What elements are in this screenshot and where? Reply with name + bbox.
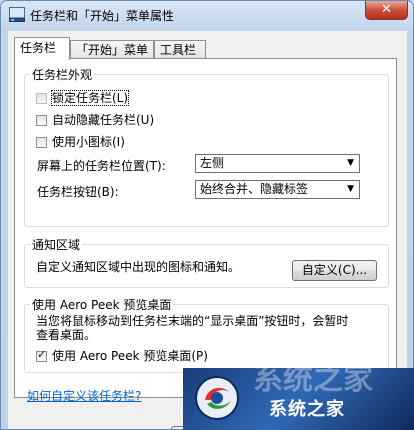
group-label-appearance: 任务栏外观 <box>30 66 95 83</box>
watermark-banner: 系统之家 系统之家 <box>183 368 414 430</box>
help-link[interactable]: 如何自定义该任务栏? <box>27 387 141 404</box>
buttons-select-value: 始终合并、隐藏标签 <box>200 182 309 196</box>
autohide-row[interactable]: 自动隐藏任务栏(U) <box>36 111 154 128</box>
group-label-notification: 通知区域 <box>30 236 83 253</box>
lock-taskbar-label: 锁定任务栏(L) <box>50 90 130 106</box>
watermark-top-text: 系统之家 <box>253 368 373 397</box>
tab-toolbars[interactable]: 工具栏 <box>154 40 206 59</box>
watermark-logo-icon <box>195 376 239 420</box>
chevron-down-icon: ▼ <box>347 158 354 168</box>
title-bar[interactable]: 任务栏和「开始」菜单属性 ✕ <box>1 1 413 29</box>
lock-taskbar-checkbox[interactable] <box>36 93 47 104</box>
close-button[interactable]: ✕ <box>365 1 408 20</box>
autohide-checkbox[interactable] <box>36 115 47 126</box>
small-icons-label: 使用小图标(I) <box>52 135 125 149</box>
aero-peek-row[interactable]: 使用 Aero Peek 预览桌面(P) <box>36 347 208 364</box>
position-select-value: 左侧 <box>200 156 225 170</box>
lock-taskbar-row[interactable]: 锁定任务栏(L) <box>36 89 130 106</box>
close-icon: ✕ <box>381 2 392 17</box>
tab-start-menu[interactable]: 「开始」菜单 <box>70 40 154 59</box>
small-icons-row[interactable]: 使用小图标(I) <box>36 133 125 150</box>
tab-toolbars-label: 工具栏 <box>160 43 197 57</box>
notification-description: 自定义通知区域中出现的图标和通知。 <box>36 260 241 274</box>
tab-taskbar-label: 任务栏 <box>20 41 57 55</box>
dialog-window: 任务栏和「开始」菜单属性 ✕ 任务栏 「开始」菜单 工具栏 任务栏外观 锁定任务… <box>0 0 414 430</box>
aero-peek-checkbox[interactable] <box>36 348 47 362</box>
group-label-aero-peek: 使用 Aero Peek 预览桌面 <box>30 296 174 313</box>
aero-peek-label: 使用 Aero Peek 预览桌面(P) <box>52 349 208 363</box>
aero-peek-description-line2: 查看桌面。 <box>36 328 97 342</box>
position-label: 屏幕上的任务栏位置(T): <box>37 159 166 173</box>
tab-taskbar[interactable]: 任务栏 <box>14 37 70 60</box>
buttons-label: 任务栏按钮(B): <box>37 185 119 199</box>
taskbar-properties-icon <box>9 7 25 22</box>
watermark-text: 系统之家 <box>269 399 345 420</box>
autohide-label: 自动隐藏任务栏(U) <box>52 113 155 127</box>
position-select[interactable]: 左侧 ▼ <box>195 154 360 173</box>
tab-start-menu-label: 「开始」菜单 <box>76 43 149 57</box>
customize-button[interactable]: 自定义(C)... <box>292 260 377 281</box>
tab-panel-taskbar: 任务栏外观 锁定任务栏(L) 自动隐藏任务栏(U) 使用小图标(I) 屏幕上的任… <box>14 58 397 403</box>
chevron-down-icon: ▼ <box>347 184 354 194</box>
window-title: 任务栏和「开始」菜单属性 <box>30 9 175 23</box>
small-icons-checkbox[interactable] <box>36 137 47 148</box>
buttons-select[interactable]: 始终合并、隐藏标签 ▼ <box>195 180 360 199</box>
